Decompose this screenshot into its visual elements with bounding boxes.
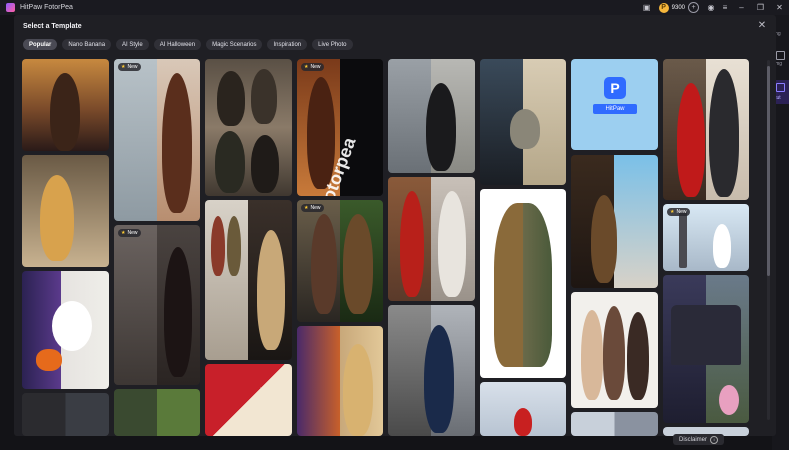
app-logo-icon — [6, 3, 15, 12]
disclaimer-label: Disclaimer — [679, 436, 708, 443]
template-card[interactable] — [388, 305, 475, 436]
user-icon[interactable]: ◉ — [704, 0, 718, 15]
hitpaw-logo-icon: P — [604, 77, 626, 99]
template-grid: New New Fotorpea — [22, 59, 757, 436]
maximize-button[interactable]: ❐ — [751, 0, 770, 15]
template-card[interactable] — [22, 155, 109, 267]
credits-value: 9300 — [671, 4, 685, 11]
tab-nano-banana[interactable]: Nano Banana — [62, 39, 112, 50]
tab-live-photo[interactable]: Live Photo — [312, 39, 353, 50]
template-card[interactable] — [571, 155, 658, 288]
close-window-button[interactable]: ✕ — [770, 0, 789, 15]
tab-magic-scenarios[interactable]: Magic Scenarios — [206, 39, 263, 50]
template-modal: Select a Template ✕ Popular Nano Banana … — [14, 15, 776, 436]
template-card[interactable] — [388, 59, 475, 173]
tab-ai-halloween[interactable]: AI Halloween — [153, 39, 202, 50]
template-card[interactable]: New — [114, 59, 200, 221]
hitpaw-logo-text: HitPaw — [593, 104, 637, 114]
scrollbar[interactable] — [767, 60, 770, 420]
template-card[interactable] — [480, 59, 566, 185]
info-icon: i — [710, 435, 719, 444]
template-card[interactable] — [663, 59, 749, 200]
minimize-button[interactable]: – — [732, 0, 751, 15]
cutout-icon — [776, 83, 785, 92]
template-card[interactable] — [571, 412, 658, 436]
title-bar: HitPaw FotorPea ▣ P 9300 + ◉ ≡ – ❐ ✕ — [0, 0, 789, 15]
app-title: HitPaw FotorPea — [20, 4, 73, 11]
template-card[interactable] — [480, 382, 566, 436]
tab-inspiration[interactable]: Inspiration — [267, 39, 308, 50]
new-badge: New — [301, 63, 324, 71]
coin-icon: P — [658, 2, 669, 13]
template-card[interactable] — [297, 326, 383, 436]
new-badge: New — [118, 229, 141, 237]
menu-icon[interactable]: ≡ — [718, 0, 732, 15]
tab-popular[interactable]: Popular — [23, 39, 58, 50]
template-card[interactable]: New — [663, 204, 749, 271]
template-card[interactable] — [663, 275, 749, 423]
template-tabs: Popular Nano Banana AI Style AI Hallowee… — [23, 39, 353, 50]
template-card[interactable] — [480, 189, 566, 378]
template-card[interactable] — [205, 59, 292, 196]
template-card[interactable] — [22, 393, 109, 436]
template-card[interactable]: Fotorpea New — [297, 59, 383, 196]
close-icon[interactable]: ✕ — [756, 19, 768, 31]
new-badge: New — [667, 208, 690, 216]
disclaimer-button[interactable]: Disclaimer i — [673, 434, 725, 445]
template-card[interactable]: New — [114, 225, 200, 385]
image-icon — [776, 51, 785, 60]
template-card[interactable] — [22, 271, 109, 389]
template-card[interactable]: New — [297, 200, 383, 322]
add-credits-icon[interactable]: + — [688, 2, 699, 13]
credits-display[interactable]: P 9300 + — [658, 2, 699, 13]
template-card[interactable] — [571, 292, 658, 408]
scroll-thumb[interactable] — [767, 66, 770, 276]
template-card[interactable]: P HitPaw — [571, 59, 658, 150]
modal-title: Select a Template — [23, 23, 82, 30]
template-card[interactable] — [205, 200, 292, 360]
template-card[interactable] — [114, 389, 200, 436]
template-card[interactable] — [388, 177, 475, 301]
title-bar-controls: ▣ P 9300 + ◉ ≡ – ❐ ✕ — [640, 0, 789, 15]
calendar-icon[interactable]: ▣ — [640, 0, 654, 15]
tab-ai-style[interactable]: AI Style — [116, 39, 149, 50]
template-card[interactable] — [22, 59, 109, 151]
template-card[interactable] — [205, 364, 292, 436]
new-badge: New — [301, 204, 324, 212]
new-badge: New — [118, 63, 141, 71]
